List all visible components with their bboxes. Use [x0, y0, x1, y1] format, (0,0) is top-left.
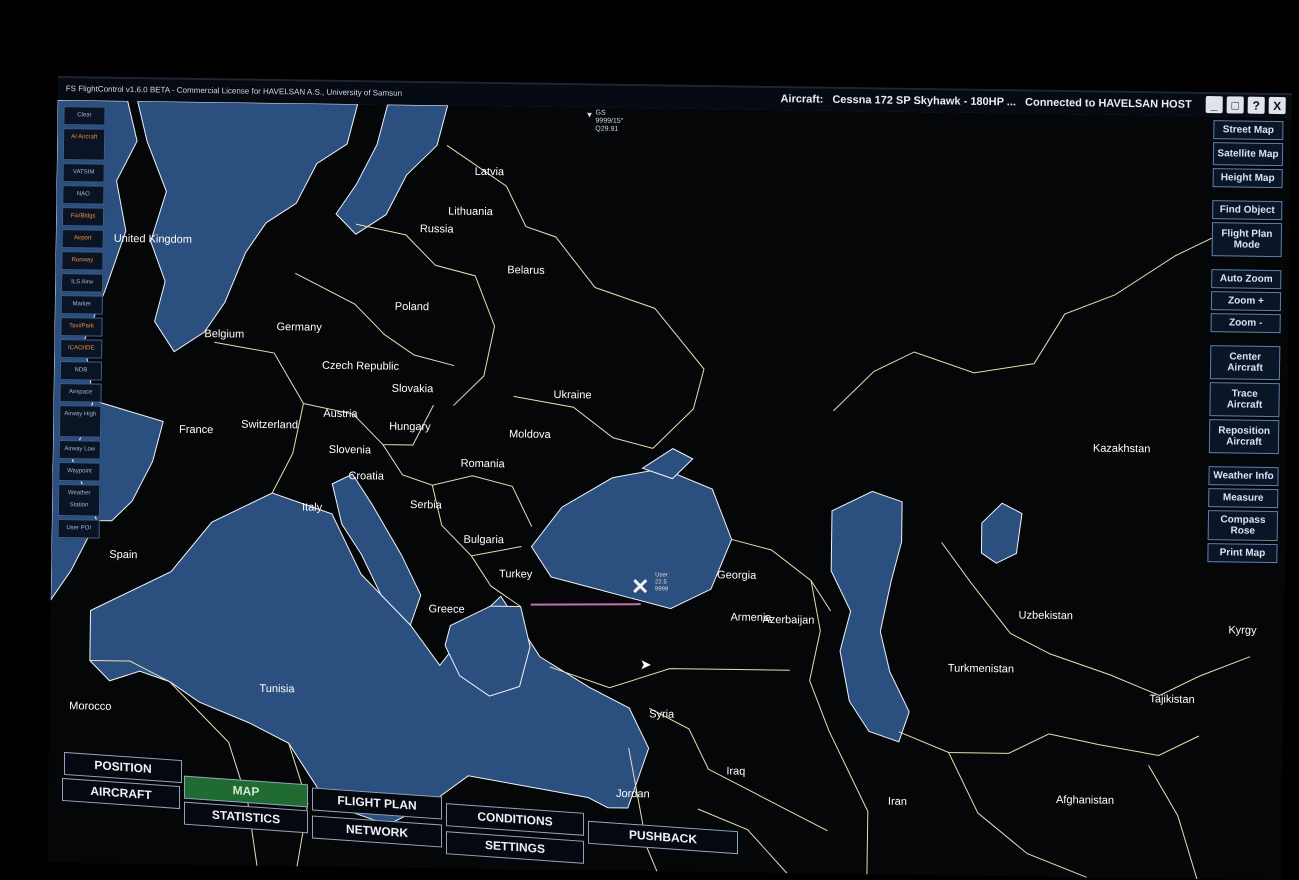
connection-status: Connected to HAVELSAN HOST: [1024, 96, 1192, 111]
country-label-croatia: Croatia: [348, 470, 384, 483]
country-label-jordan: Jordan: [615, 787, 650, 801]
country-label-tunisia: Tunisia: [259, 682, 295, 696]
country-label-belarus: Belarus: [507, 264, 545, 277]
close-button[interactable]: X: [1268, 96, 1286, 115]
country-label-turkmenistan: Turkmenistan: [947, 662, 1015, 676]
aircraft-icon[interactable]: ✕: [631, 574, 650, 600]
country-label-romania: Romania: [460, 457, 505, 471]
layer-toggle-airway-low[interactable]: Airway Low: [58, 440, 101, 460]
country-label-switzerland: Switzerland: [241, 418, 299, 432]
layer-toggle-user-poi[interactable]: User POI: [57, 519, 100, 539]
layer-toggle-ndb[interactable]: NDB: [59, 361, 103, 381]
hud-line-3: Q29.91: [595, 125, 619, 133]
minimize-button[interactable]: _: [1205, 96, 1223, 114]
country-label-afghanistan: Afghanistan: [1055, 794, 1115, 807]
map-toolbar: Street Map Satellite Map Height Map Find Ob…: [1207, 120, 1284, 566]
layer-toolbar: Clear AI Aircraft VATSIM NAO Fix/Bldgs Airpor…: [57, 106, 106, 539]
print-map-button[interactable]: Print Map: [1207, 543, 1278, 564]
layer-toggle-weather-station[interactable]: Weather Station: [57, 484, 101, 517]
map-canvas[interactable]: [47, 99, 1292, 880]
flight-plan-mode-button[interactable]: Flight Plan Mode: [1211, 222, 1283, 258]
country-label-ukraine: Ukraine: [553, 388, 592, 402]
help-button[interactable]: ?: [1247, 96, 1265, 114]
country-label-greece: Greece: [428, 603, 465, 616]
layer-toggle-icao-ide[interactable]: ICAO/IDE: [60, 339, 103, 359]
country-label-iraq: Iraq: [726, 765, 746, 778]
layer-toggle-marker[interactable]: Marker: [60, 295, 103, 315]
country-label-syria: Syria: [649, 708, 675, 721]
aircraft-name: Cessna 172 SP Skyhawk - 180HP ...: [832, 93, 1017, 109]
country-label-serbia: Serbia: [409, 498, 442, 512]
monitor-screen: FS FlightControl v1.6.0 BETA - Commercia…: [47, 76, 1292, 880]
layer-toggle-ils-airw[interactable]: ILS Airw: [60, 273, 104, 293]
country-label-germany: Germany: [276, 321, 322, 334]
country-label-austria: Austria: [323, 407, 358, 421]
layer-toggle-ai-aircraft[interactable]: AI Aircraft: [62, 128, 106, 161]
flight-hud: ▼ GS 9999/15" Q29.91: [585, 110, 623, 134]
country-label-poland: Poland: [394, 300, 430, 314]
country-label-tajikistan: Tajikistan: [1149, 693, 1195, 706]
aircraft-tag: User 22.5 9999: [655, 572, 669, 593]
trace-aircraft-button[interactable]: Trace Aircraft: [1209, 382, 1280, 418]
layer-toggle-taxi-park[interactable]: Taxi/Park: [60, 317, 103, 337]
country-label-latvia: Latvia: [474, 165, 505, 179]
country-label-kyrgy: Kyrgy: [1228, 624, 1257, 637]
find-object-button[interactable]: Find Object: [1212, 200, 1283, 221]
country-label-uzbekistan: Uzbekistan: [1018, 609, 1074, 623]
layer-toggle-airport[interactable]: Airport: [61, 229, 104, 249]
center-aircraft-button[interactable]: Center Aircraft: [1209, 345, 1281, 381]
country-label-italy: Italy: [301, 501, 323, 514]
layer-toggle-vatsim[interactable]: VATSIM: [62, 163, 105, 183]
street-map-button[interactable]: Street Map: [1213, 120, 1284, 141]
country-label-iran: Iran: [887, 795, 907, 808]
zoom--button[interactable]: Zoom +: [1210, 291, 1282, 312]
country-label-slovakia: Slovakia: [391, 382, 434, 396]
maximize-button[interactable]: □: [1226, 96, 1244, 114]
layer-toggle-nao[interactable]: NAO: [62, 185, 105, 205]
layer-toggle-waypoint[interactable]: Waypoint: [58, 462, 101, 482]
aircraft-heading-icon: ▼: [585, 110, 594, 120]
country-label-bulgaria: Bulgaria: [463, 533, 505, 547]
compass-rose-button[interactable]: Compass Rose: [1207, 510, 1279, 542]
layer-toggle-runway[interactable]: Runway: [61, 251, 104, 271]
auto-zoom-button[interactable]: Auto Zoom: [1211, 269, 1282, 290]
window-controls: _ □ ? X: [1205, 96, 1286, 115]
layer-toggle-airway-high[interactable]: Airway High: [58, 405, 102, 438]
reposition-aircraft-button[interactable]: Reposition Aircraft: [1208, 419, 1280, 455]
country-label-slovenia: Slovenia: [328, 443, 372, 457]
country-label-turkey: Turkey: [499, 568, 533, 581]
country-label-russia: Russia: [419, 223, 454, 236]
country-label-moldova: Moldova: [508, 428, 551, 441]
aircraft-label: Aircraft:: [780, 93, 824, 106]
layer-toggle-airspace[interactable]: Airspace: [59, 383, 102, 403]
country-label-lithuania: Lithuania: [448, 205, 493, 219]
layer-toggle-clear[interactable]: Clear: [63, 106, 106, 126]
measure-button[interactable]: Measure: [1208, 488, 1279, 509]
satellite-map-button[interactable]: Satellite Map: [1212, 142, 1284, 167]
country-label-belgium: Belgium: [204, 328, 245, 341]
country-label-morocco: Morocco: [69, 700, 112, 713]
aircraft-tag-line-3: 9999: [654, 586, 669, 593]
country-label-spain: Spain: [109, 548, 138, 562]
mouse-cursor-icon: ➤: [639, 656, 652, 673]
country-label-hungary: Hungary: [389, 420, 431, 434]
country-label-kazakhstan: Kazakhstan: [1092, 442, 1151, 456]
country-label-georgia: Georgia: [717, 569, 757, 582]
country-label-azerbaijan: Azerbaijan: [762, 613, 815, 627]
country-label-france: France: [178, 423, 214, 437]
layer-toggle-fix-bldgs[interactable]: Fix/Bldgs: [61, 207, 105, 227]
height-map-button[interactable]: Height Map: [1212, 168, 1283, 189]
country-label-united-kingdom: United Kingdom: [113, 232, 193, 246]
weather-info-button[interactable]: Weather Info: [1208, 466, 1279, 487]
country-label-czech-republic: Czech Republic: [321, 359, 400, 373]
zoom--button[interactable]: Zoom -: [1210, 313, 1281, 334]
